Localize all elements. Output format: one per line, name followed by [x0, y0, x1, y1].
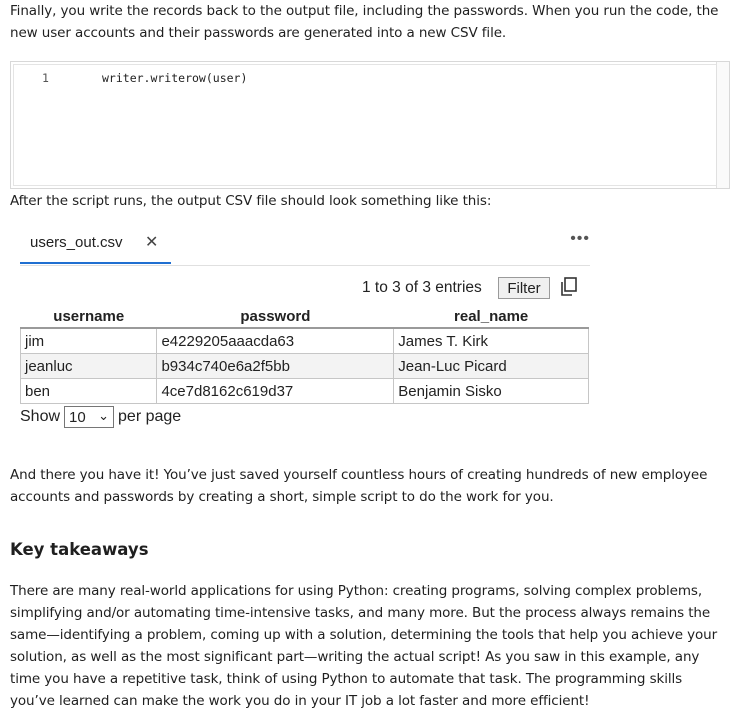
- filter-button[interactable]: Filter: [498, 277, 550, 299]
- table-row: ben 4ce7d8162c619d37 Benjamin Sisko: [19, 378, 589, 404]
- table-row: jeanluc b934c740e6a2f5bb Jean-Luc Picard: [19, 353, 589, 379]
- csv-table: username password real_name jim e4229205…: [19, 305, 589, 404]
- code-area[interactable]: 1 writer.writerow(user): [13, 64, 717, 186]
- conclusion-paragraph: And there you have it! You’ve just saved…: [10, 467, 708, 505]
- code-scrollbar[interactable]: [716, 62, 729, 188]
- csv-viewer: users_out.csv ✕ ••• 1 to 3 of 3 entries …: [19, 226, 590, 436]
- column-header-real-name[interactable]: real_name: [393, 305, 589, 329]
- cell-username: ben: [19, 378, 158, 404]
- cell-username: jim: [19, 327, 158, 354]
- cell-password: b934c740e6a2f5bb: [156, 353, 395, 379]
- more-options-icon[interactable]: •••: [570, 230, 590, 248]
- cell-password: 4ce7d8162c619d37: [156, 378, 395, 404]
- page-size-select[interactable]: 10 ⌄: [64, 406, 115, 428]
- cell-real-name: Jean-Luc Picard: [393, 353, 589, 379]
- tab-users-out-csv[interactable]: users_out.csv ✕: [20, 226, 171, 264]
- line-number: 1: [42, 71, 49, 85]
- cell-password: e4229205aaacda63: [156, 327, 395, 354]
- intro-paragraph: Finally, you write the records back to t…: [10, 3, 719, 41]
- cell-real-name: Benjamin Sisko: [393, 378, 589, 404]
- cell-username: jeanluc: [19, 353, 158, 379]
- close-icon[interactable]: ✕: [145, 232, 158, 252]
- header-row: username password real_name: [20, 305, 589, 329]
- code-line[interactable]: writer.writerow(user): [102, 71, 247, 85]
- code-editor[interactable]: 1 writer.writerow(user): [10, 61, 730, 189]
- section-heading-key-takeaways: Key takeaways: [10, 540, 149, 559]
- column-header-password[interactable]: password: [156, 305, 394, 329]
- entries-info: 1 to 3 of 3 entries: [362, 279, 482, 296]
- copy-icon[interactable]: [560, 277, 578, 297]
- column-header-username[interactable]: username: [20, 305, 157, 329]
- page-size-control: Show 10 ⌄ per page: [20, 406, 181, 428]
- tab-label: users_out.csv: [30, 234, 123, 251]
- page-size-value: 10: [69, 408, 86, 426]
- table-row: jim e4229205aaacda63 James T. Kirk: [19, 327, 589, 354]
- chevron-down-icon: ⌄: [98, 408, 110, 423]
- after-script-text: After the script runs, the output CSV fi…: [10, 193, 492, 209]
- key-takeaways-paragraph: There are many real-world applications f…: [10, 583, 718, 709]
- per-page-label: per page: [118, 408, 182, 425]
- tab-bar: users_out.csv ✕ •••: [20, 226, 590, 266]
- cell-real-name: James T. Kirk: [393, 327, 589, 354]
- show-label: Show: [20, 408, 61, 425]
